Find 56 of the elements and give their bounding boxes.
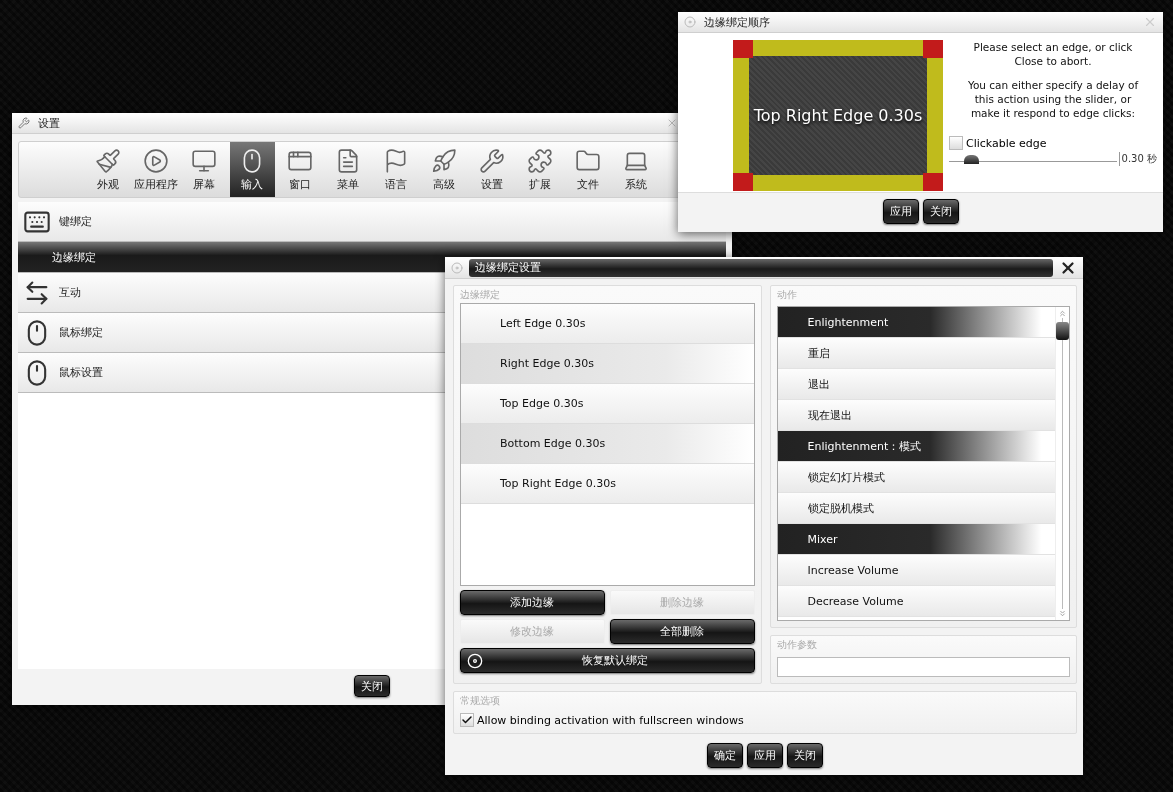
delay-reading: 0.30 秒: [1118, 152, 1157, 166]
dialog-button[interactable]: 应用: [882, 199, 919, 224]
toolbar-tab[interactable]: 语言: [373, 142, 419, 197]
item-label: 鼠标绑定: [59, 325, 103, 340]
action-item[interactable]: 重启: [777, 338, 1055, 369]
edge-preview[interactable]: Top Right Edge 0.30s: [733, 40, 943, 191]
action-category[interactable]: Enlightenment：模式: [777, 431, 1055, 462]
dialog-button[interactable]: 关闭: [922, 199, 959, 224]
toolbar-tab[interactable]: 扩展: [517, 142, 563, 197]
toolbar-tab[interactable]: 设置: [469, 142, 515, 197]
toolbar-tab[interactable]: 高级: [421, 142, 467, 197]
window-title: 设置: [38, 115, 61, 131]
window-title: 边缘绑定设置: [469, 258, 1053, 277]
dialog-button[interactable]: 关闭: [787, 743, 823, 768]
action-category[interactable]: Mixer: [777, 524, 1055, 555]
preview-label: Top Right Edge 0.30s: [753, 106, 923, 125]
group-title: 动作: [776, 288, 798, 302]
item-label: 键绑定: [59, 214, 92, 229]
toolbar-tab[interactable]: 系统: [613, 142, 659, 197]
toolbar-tab[interactable]: 文件: [565, 142, 611, 197]
edge-item[interactable]: Right Edge 0.30s: [461, 344, 754, 384]
item-label: 鼠标设置: [59, 365, 103, 380]
checkbox-label: Clickable edge: [966, 136, 1047, 150]
group-title: 常规选项: [460, 694, 501, 708]
toolbar-tab[interactable]: 应用程序: [133, 142, 179, 197]
action-item[interactable]: 锁定脱机模式: [777, 493, 1055, 524]
action-item[interactable]: 锁定幻灯片模式: [777, 462, 1055, 493]
edge-button[interactable]: 全部删除: [609, 619, 755, 644]
group-title: 边缘绑定: [460, 288, 501, 302]
category-item[interactable]: 键绑定: [18, 202, 726, 242]
action-item[interactable]: 现在退出: [777, 400, 1055, 431]
action-item[interactable]: Decrease Volume: [777, 586, 1055, 617]
close-button[interactable]: 关闭: [354, 675, 390, 697]
instruction-text: You can either specify a delay of this action using the slider, or make it respond to edge clicks:: [966, 78, 1140, 120]
toolbar-tab[interactable]: 菜单: [325, 142, 371, 197]
toolbar-tab[interactable]: 外观: [85, 142, 131, 197]
dialog-button[interactable]: 确定: [707, 743, 743, 768]
toolbar-tab[interactable]: 屏幕: [181, 142, 227, 197]
toolbar-tab[interactable]: 窗口: [277, 142, 323, 197]
checkbox-label: Allow binding activation with fullscreen windows: [477, 713, 744, 727]
restore-defaults-button[interactable]: 恢复默认绑定: [460, 648, 755, 673]
item-label: 边缘绑定: [52, 249, 96, 265]
instruction-text: Please select an edge, or click Close to abort.: [972, 40, 1134, 68]
edge-item[interactable]: Left Edge 0.30s: [461, 304, 754, 344]
edge-item[interactable]: Top Edge 0.30s: [461, 384, 754, 424]
edge-item[interactable]: Bottom Edge 0.30s: [461, 424, 754, 464]
group-title: 动作参数: [776, 638, 818, 652]
item-label: 互动: [59, 285, 81, 300]
action-item[interactable]: Increase Volume: [777, 555, 1055, 586]
window-title: 边缘绑定顺序: [704, 14, 771, 30]
action-category[interactable]: Enlightenment: [777, 307, 1055, 338]
action-item[interactable]: 退出: [777, 369, 1055, 400]
toolbar-tab[interactable]: 输入: [229, 142, 275, 197]
dialog-button[interactable]: 应用: [747, 743, 783, 768]
edge-button[interactable]: 添加边缘: [460, 590, 605, 615]
edge-item[interactable]: Top Right Edge 0.30s: [461, 464, 754, 504]
